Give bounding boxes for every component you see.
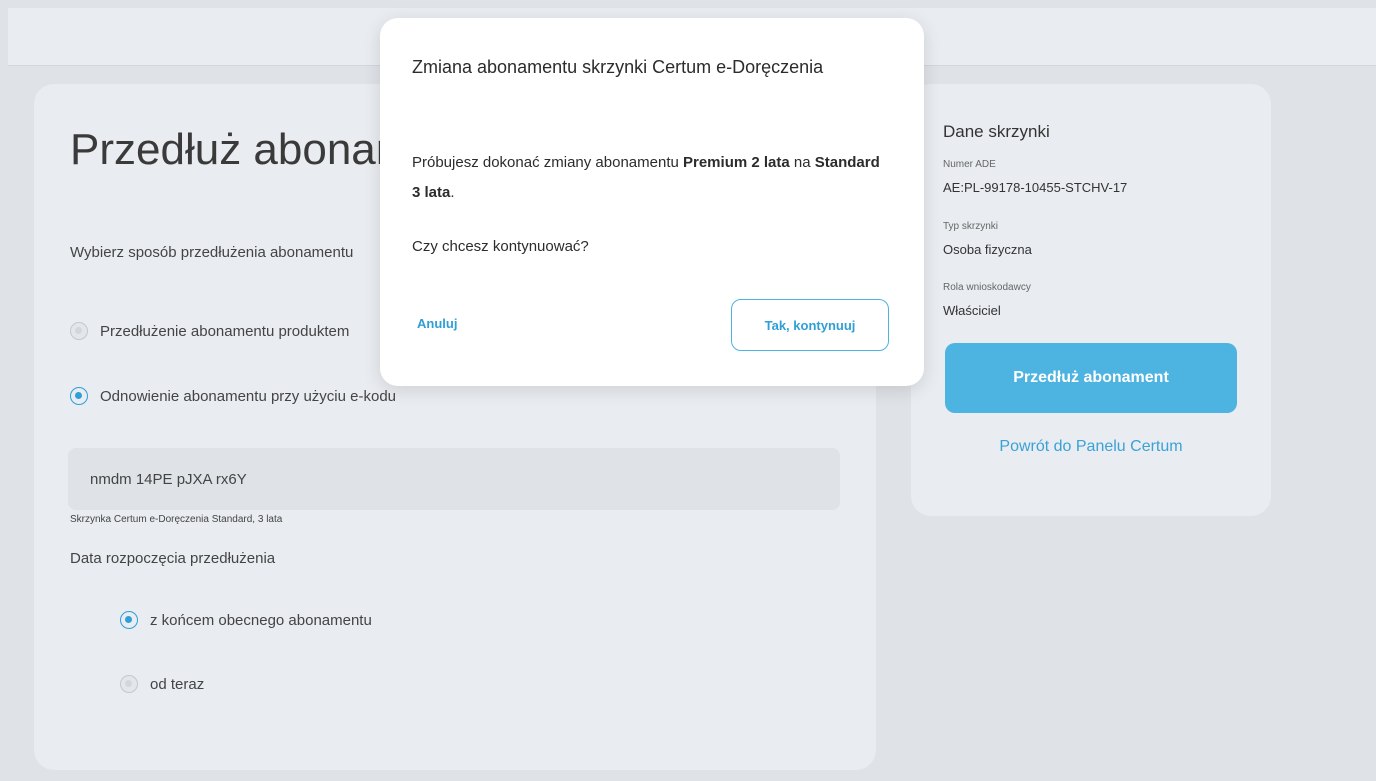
back-to-panel-link[interactable]: Powrót do Panelu Certum [945, 438, 1237, 456]
option-start-at-end[interactable]: z końcem obecnego abonamentu [120, 611, 372, 629]
dialog-message-prefix: Próbujesz dokonać zmiany abonamentu [412, 154, 683, 171]
page-subtitle: Wybierz sposób przedłużenia abonamentu [70, 244, 354, 261]
option-label: Przedłużenie abonamentu produktem [100, 322, 350, 340]
mailbox-info-card: Dane skrzynki Numer ADE AE:PL-99178-1045… [911, 84, 1271, 516]
option-label: z końcem obecnego abonamentu [150, 611, 372, 629]
radio-extend-with-product[interactable] [70, 322, 88, 340]
dialog-message: Próbujesz dokonać zmiany abonamentu Prem… [412, 148, 882, 208]
ecode-input[interactable] [68, 448, 840, 510]
ade-number-value: AE:PL-99178-10455-STCHV-17 [943, 180, 1128, 195]
cancel-button[interactable]: Anuluj [417, 316, 457, 331]
ecode-hint: Skrzynka Certum e-Doręczenia Standard, 3… [70, 514, 283, 525]
mailbox-type-label: Typ skrzynki [943, 221, 999, 232]
change-subscription-dialog: Zmiana abonamentu skrzynki Certum e-Dorę… [380, 18, 924, 386]
current-plan: Premium 2 lata [683, 154, 790, 171]
applicant-role-value: Właściciel [943, 303, 1001, 318]
dialog-title: Zmiana abonamentu skrzynki Certum e-Dorę… [412, 57, 824, 77]
option-start-now[interactable]: od teraz [120, 675, 204, 693]
dialog-message-suffix: . [450, 184, 455, 201]
option-renew-with-ecode[interactable]: Odnowienie abonamentu przy użyciu e-kodu [70, 387, 396, 405]
extend-subscription-button[interactable]: Przedłuż abonament [945, 343, 1237, 413]
option-label: Odnowienie abonamentu przy użyciu e-kodu [100, 387, 397, 405]
radio-start-now[interactable] [120, 675, 138, 693]
dialog-message-middle: na [789, 154, 815, 171]
confirm-button[interactable]: Tak, kontynuuj [731, 299, 889, 351]
radio-start-at-end[interactable] [120, 611, 138, 629]
applicant-role-label: Rola wnioskodawcy [943, 282, 1031, 293]
option-extend-with-product[interactable]: Przedłużenie abonamentu produktem [70, 322, 349, 340]
option-label: od teraz [150, 675, 205, 693]
dialog-question: Czy chcesz kontynuować? [412, 238, 589, 255]
mailbox-type-value: Osoba fizyczna [943, 242, 1032, 257]
start-date-label: Data rozpoczęcia przedłużenia [70, 550, 276, 567]
mailbox-info-title: Dane skrzynki [943, 122, 1050, 141]
ade-number-label: Numer ADE [943, 159, 996, 170]
radio-renew-with-ecode[interactable] [70, 387, 88, 405]
